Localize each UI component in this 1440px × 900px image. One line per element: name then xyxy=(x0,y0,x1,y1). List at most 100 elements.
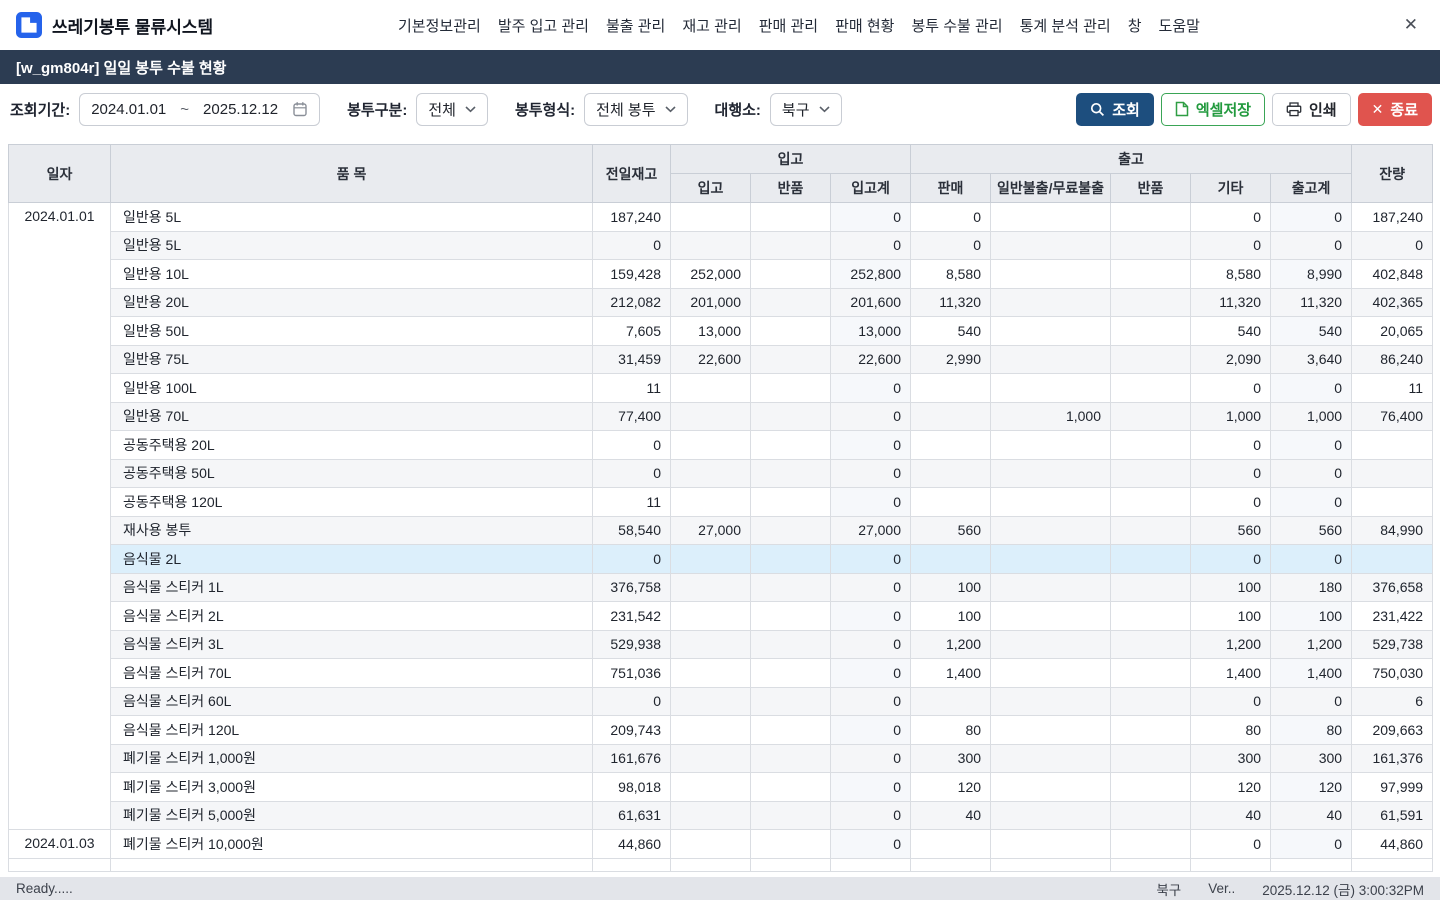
status-datetime: 2025.12.12 (금) 3:00:32PM xyxy=(1262,879,1424,899)
item-cell: 폐기물 스티커 5,000원 xyxy=(111,801,593,830)
bag-type-select[interactable]: 전체 xyxy=(416,93,488,126)
value-cell: 212,082 xyxy=(593,288,671,317)
value-cell: 0 xyxy=(593,687,671,716)
value-cell xyxy=(751,630,831,659)
menu-item-1[interactable]: 발주 입고 관리 xyxy=(498,15,589,36)
menu-item-3[interactable]: 재고 관리 xyxy=(682,15,741,36)
value-cell: 40 xyxy=(1191,801,1271,830)
menu-item-5[interactable]: 판매 현황 xyxy=(835,15,894,36)
table-row[interactable]: 음식물 스티커 1L376,7580100100180376,658 xyxy=(9,573,1433,602)
table-row[interactable]: 일반용 100L1100011 xyxy=(9,374,1433,403)
table-row[interactable]: 일반용 20L212,082201,000201,60011,32011,320… xyxy=(9,288,1433,317)
value-cell: 0 xyxy=(831,687,911,716)
table-row[interactable]: 음식물 스티커 60L00006 xyxy=(9,687,1433,716)
table-row[interactable]: 2024.01.03폐기물 스티커 10,000원44,86000044,860 xyxy=(9,830,1433,859)
table-row[interactable]: 공동주택용 120L11000 xyxy=(9,488,1433,517)
item-cell: 일반용 70L xyxy=(111,402,593,431)
table-row[interactable]: 폐기물 스티커 1,000원161,6760300300300161,376 xyxy=(9,744,1433,773)
value-cell xyxy=(1111,374,1191,403)
menu-item-9[interactable]: 도움말 xyxy=(1159,15,1200,36)
window-close-icon[interactable]: ✕ xyxy=(1404,0,1418,50)
col-header-remain: 잔량 xyxy=(1352,145,1433,203)
date-cell: 2024.01.03 xyxy=(9,830,111,859)
value-cell xyxy=(671,374,751,403)
value-cell: 97,999 xyxy=(1352,773,1433,802)
calendar-icon[interactable] xyxy=(292,101,308,117)
empty-cell xyxy=(751,858,831,871)
table-row[interactable]: 공동주택용 20L0000 xyxy=(9,431,1433,460)
table-row[interactable]: 음식물 스티커 120L209,7430808080209,663 xyxy=(9,716,1433,745)
date-range-input[interactable]: 2024.01.01 ~ 2025.12.12 xyxy=(79,93,320,126)
value-cell: 0 xyxy=(1271,830,1352,859)
excel-save-button[interactable]: 엑셀저장 xyxy=(1161,93,1265,126)
table-row[interactable]: 음식물 2L0000 xyxy=(9,545,1433,574)
value-cell: 98,018 xyxy=(593,773,671,802)
agency-select[interactable]: 북구 xyxy=(770,93,842,126)
value-cell: 13,000 xyxy=(831,317,911,346)
menu-item-0[interactable]: 기본정보관리 xyxy=(398,15,481,36)
chevron-down-icon xyxy=(665,106,676,113)
value-cell: 402,848 xyxy=(1352,260,1433,289)
table-row[interactable]: 일반용 70L77,40001,0001,0001,00076,400 xyxy=(9,402,1433,431)
table-row[interactable]: 음식물 스티커 2L231,5420100100100231,422 xyxy=(9,602,1433,631)
value-cell xyxy=(991,288,1111,317)
col-header-etc: 기타 xyxy=(1191,174,1271,203)
daily-bag-grid: 일자 품 목 전일재고 입고 출고 잔량 입고 반품 입고계 판매 일반불출/무… xyxy=(8,144,1433,872)
value-cell: 2,990 xyxy=(911,345,991,374)
value-cell xyxy=(991,545,1111,574)
menu-item-7[interactable]: 통계 분석 관리 xyxy=(1020,15,1111,36)
value-cell: 187,240 xyxy=(593,203,671,232)
value-cell xyxy=(911,402,991,431)
table-row[interactable]: 일반용 50L7,60513,00013,00054054054020,065 xyxy=(9,317,1433,346)
table-row[interactable]: 일반용 5L000000 xyxy=(9,231,1433,260)
value-cell: 750,030 xyxy=(1352,659,1433,688)
menu-item-4[interactable]: 판매 관리 xyxy=(759,15,818,36)
table-row[interactable]: 2024.01.01일반용 5L187,2400000187,240 xyxy=(9,203,1433,232)
menu-item-6[interactable]: 봉투 수불 관리 xyxy=(911,15,1002,36)
value-cell: 201,000 xyxy=(671,288,751,317)
search-button-label: 조회 xyxy=(1112,99,1140,120)
value-cell xyxy=(671,203,751,232)
value-cell: 529,938 xyxy=(593,630,671,659)
bag-format-select[interactable]: 전체 봉투 xyxy=(584,93,687,126)
date-to-value[interactable]: 2025.12.12 xyxy=(203,101,278,118)
value-cell: 560 xyxy=(1191,516,1271,545)
value-cell: 0 xyxy=(911,231,991,260)
value-cell: 751,036 xyxy=(593,659,671,688)
value-cell xyxy=(1111,431,1191,460)
value-cell xyxy=(751,203,831,232)
table-row[interactable]: 폐기물 스티커 3,000원98,018012012012097,999 xyxy=(9,773,1433,802)
value-cell: 120 xyxy=(911,773,991,802)
table-row[interactable]: 재사용 봉투58,54027,00027,00056056056084,990 xyxy=(9,516,1433,545)
value-cell xyxy=(751,801,831,830)
value-cell: 76,400 xyxy=(1352,402,1433,431)
close-button[interactable]: ✕ 종료 xyxy=(1358,93,1432,126)
bag-format-label: 봉투형식: xyxy=(515,99,575,120)
status-message: Ready..... xyxy=(16,881,73,896)
value-cell xyxy=(751,716,831,745)
item-cell: 재사용 봉투 xyxy=(111,516,593,545)
value-cell: 1,200 xyxy=(1191,630,1271,659)
grid-header: 일자 품 목 전일재고 입고 출고 잔량 입고 반품 입고계 판매 일반불출/무… xyxy=(9,145,1433,203)
menu-item-8[interactable]: 창 xyxy=(1128,15,1142,36)
value-cell xyxy=(911,830,991,859)
item-cell: 공동주택용 120L xyxy=(111,488,593,517)
value-cell xyxy=(991,659,1111,688)
search-button[interactable]: 조회 xyxy=(1076,93,1154,126)
item-cell: 일반용 10L xyxy=(111,260,593,289)
value-cell: 0 xyxy=(593,431,671,460)
table-row[interactable]: 폐기물 스티커 5,000원61,631040404061,591 xyxy=(9,801,1433,830)
menu-item-2[interactable]: 불출 관리 xyxy=(606,15,665,36)
table-row[interactable]: 일반용 75L31,45922,60022,6002,9902,0903,640… xyxy=(9,345,1433,374)
table-row[interactable]: 음식물 스티커 3L529,93801,2001,2001,200529,738 xyxy=(9,630,1433,659)
table-row[interactable]: 음식물 스티커 70L751,03601,4001,4001,400750,03… xyxy=(9,659,1433,688)
print-button[interactable]: 인쇄 xyxy=(1272,93,1351,126)
status-right: 북구 Ver.. 2025.12.12 (금) 3:00:32PM xyxy=(1156,879,1424,899)
item-cell: 음식물 스티커 2L xyxy=(111,602,593,631)
table-row[interactable]: 일반용 10L159,428252,000252,8008,5808,5808,… xyxy=(9,260,1433,289)
date-from-value[interactable]: 2024.01.01 xyxy=(91,101,166,118)
value-cell xyxy=(751,317,831,346)
table-row[interactable]: 공동주택용 50L0000 xyxy=(9,459,1433,488)
value-cell xyxy=(751,545,831,574)
empty-cell xyxy=(991,858,1111,871)
